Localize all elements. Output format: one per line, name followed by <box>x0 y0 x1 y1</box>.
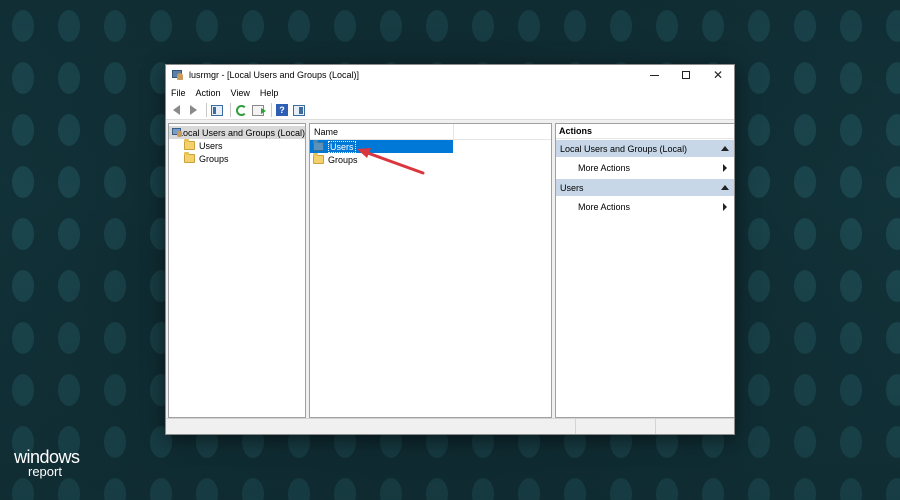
minimize-button[interactable] <box>638 65 670 85</box>
more-actions-local[interactable]: More Actions <box>556 157 734 178</box>
action-label: More Actions <box>578 201 631 212</box>
console-tree: Local Users and Groups (Local) Users Gro… <box>168 123 306 418</box>
status-cell <box>166 419 576 434</box>
folder-icon <box>313 140 324 151</box>
collapse-icon <box>721 146 729 151</box>
close-button[interactable]: ✕ <box>702 65 734 85</box>
close-icon: ✕ <box>712 68 724 82</box>
tree-item-label: Groups <box>199 153 229 164</box>
actions-section-title: Users <box>560 182 584 193</box>
export-list-icon <box>252 104 266 116</box>
back-button[interactable] <box>169 103 183 117</box>
actions-section-title: Local Users and Groups (Local) <box>560 143 688 154</box>
forward-button[interactable] <box>186 103 200 117</box>
status-bar <box>166 418 734 434</box>
folder-icon <box>184 152 195 163</box>
logo-text-top: windows <box>14 447 80 467</box>
window-title: lusrmgr - [Local Users and Groups (Local… <box>189 70 360 80</box>
tree-item-label: Users <box>199 140 223 151</box>
actions-section-local[interactable]: Local Users and Groups (Local) <box>556 140 734 157</box>
console-content: Local Users and Groups (Local) Users Gro… <box>166 121 734 418</box>
tree-item-root[interactable]: Local Users and Groups (Local) <box>169 126 305 139</box>
lusrmgr-app-icon <box>172 69 184 81</box>
tree-item-users[interactable]: Users <box>169 139 305 152</box>
more-actions-users[interactable]: More Actions <box>556 196 734 217</box>
help-icon: ? <box>276 104 288 116</box>
column-header-name[interactable]: Name <box>310 123 454 140</box>
collapse-icon <box>721 185 729 190</box>
list-item-groups[interactable]: Groups <box>310 153 551 166</box>
submenu-arrow-icon <box>723 164 727 172</box>
show-hide-tree-icon <box>211 104 223 116</box>
menu-view[interactable]: View <box>231 88 250 98</box>
action-label: More Actions <box>578 162 631 173</box>
properties-button[interactable] <box>292 103 306 117</box>
title-bar[interactable]: lusrmgr - [Local Users and Groups (Local… <box>166 65 734 85</box>
maximize-button[interactable] <box>670 65 702 85</box>
back-arrow-icon <box>172 105 180 115</box>
status-cell <box>656 419 732 434</box>
tree-item-groups[interactable]: Groups <box>169 152 305 165</box>
folder-icon <box>184 139 195 150</box>
actions-pane: Actions Local Users and Groups (Local) M… <box>555 123 734 418</box>
toolbar: ? <box>166 101 734 120</box>
submenu-arrow-icon <box>723 203 727 211</box>
list-header: Name <box>310 123 551 140</box>
menu-help[interactable]: Help <box>260 88 279 98</box>
properties-icon <box>293 104 305 116</box>
tree-item-label: Local Users and Groups (Local) <box>177 127 305 138</box>
forward-arrow-icon <box>189 105 197 115</box>
refresh-icon <box>235 104 247 116</box>
show-hide-tree-button[interactable] <box>210 103 224 117</box>
export-list-button[interactable] <box>251 103 266 117</box>
windows-report-logo: windows report <box>14 448 80 478</box>
folder-icon <box>313 153 324 164</box>
list-item-label: Groups <box>328 154 358 165</box>
result-list: Name Users Groups <box>309 123 552 418</box>
minimize-icon <box>649 74 659 76</box>
list-item-label: Users <box>328 140 356 153</box>
toolbar-separator <box>271 103 272 117</box>
status-cell <box>576 419 656 434</box>
lusrmgr-window: lusrmgr - [Local Users and Groups (Local… <box>165 64 735 435</box>
toolbar-separator <box>230 103 231 117</box>
maximize-icon <box>682 71 690 79</box>
refresh-button[interactable] <box>234 103 248 117</box>
menu-action[interactable]: Action <box>196 88 221 98</box>
actions-section-users[interactable]: Users <box>556 179 734 196</box>
help-button[interactable]: ? <box>275 103 289 117</box>
toolbar-separator <box>206 103 207 117</box>
menu-file[interactable]: File <box>171 88 186 98</box>
menu-bar: File Action View Help <box>166 85 734 101</box>
computer-users-icon <box>172 127 182 138</box>
actions-header: Actions <box>556 124 734 139</box>
annotation-arrow <box>357 148 425 175</box>
